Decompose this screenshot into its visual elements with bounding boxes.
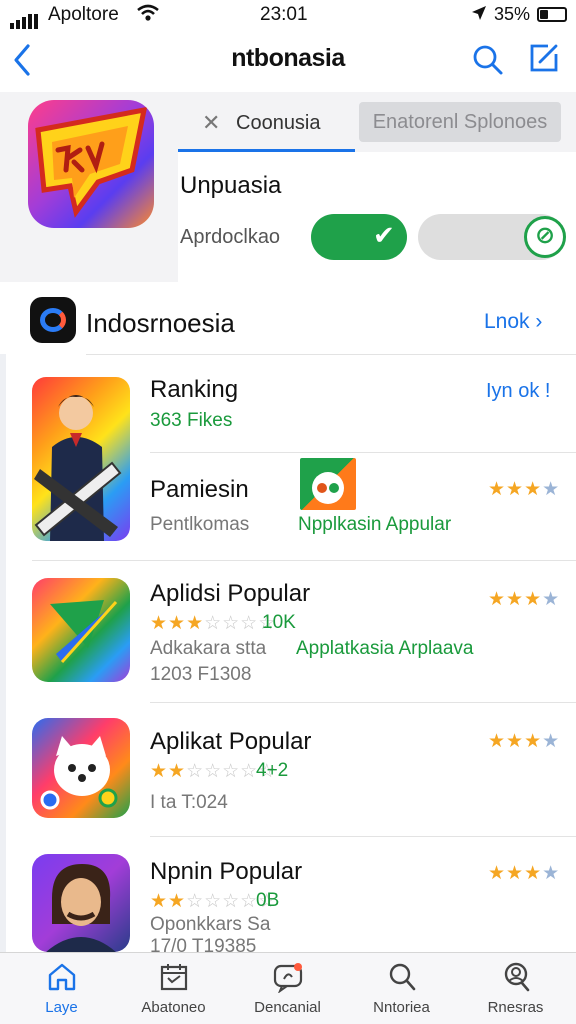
row-meta: 1203 F1308 [150, 664, 252, 685]
chat-icon [273, 963, 303, 993]
rating-count: 10K [262, 612, 296, 633]
rating-count: 0B [256, 890, 280, 911]
tab-laye[interactable]: Laye [4, 953, 119, 1024]
rating-stars: ★★★★ [488, 479, 561, 500]
segmented-tabs: ✕ Coonusia Enatorenl Splonoes [178, 100, 576, 152]
rating-stars: ★★★★ [488, 863, 561, 884]
tab-label: Dencanial [254, 999, 321, 1016]
app-icon-aplidsi[interactable] [32, 578, 130, 682]
rating-count: 4+2 [256, 760, 289, 781]
toggle-switch-off[interactable]: ⊘ [418, 214, 566, 260]
navigation-bar: ntbonasia [0, 30, 576, 92]
disabled-icon: ⊘ [535, 222, 556, 249]
battery-icon [537, 7, 567, 22]
mini-app-icon [300, 458, 356, 510]
tab-label: Rnesras [487, 999, 544, 1016]
tab-bar: Laye Abatoneo Dencanial Nntoriea Rnesras [0, 952, 576, 1024]
tab-label: Enatorenl Splonoes [372, 111, 548, 133]
section-title: Indosrnoesia [86, 308, 235, 338]
battery-percent: 35% [494, 4, 531, 24]
row-category: Applatkasia Arplaava [296, 638, 474, 659]
search-icon[interactable] [470, 42, 506, 78]
section-link[interactable]: Lnok › [484, 310, 542, 334]
chevron-right-icon: › [535, 310, 543, 333]
tab-label: Coonusia [236, 112, 321, 134]
profile-search-icon [504, 962, 530, 992]
row-title: Pamiesin [150, 476, 249, 503]
rating-stars: ★★★★ [488, 731, 561, 752]
row-link[interactable]: Iyn ok ! [486, 380, 550, 403]
carrier-name: Apoltore [48, 4, 119, 25]
toggle-switch-on[interactable]: ✔ [311, 214, 407, 260]
app-icon[interactable] [28, 100, 154, 228]
divider [150, 452, 576, 453]
status-bar: Apoltore 23:01 35% [0, 0, 576, 30]
app-subtitle: Aprdoclkao [180, 226, 281, 248]
divider [86, 354, 576, 355]
section-link-label: Lnok [484, 310, 530, 333]
tab-abatoneo[interactable]: Abatoneo [116, 953, 231, 1024]
rating-stars: ★★★★ [488, 589, 561, 610]
section-logo-icon [30, 297, 76, 343]
tab-rnesras[interactable]: Rnesras [458, 953, 573, 1024]
toggle-knob: ⊘ [524, 216, 566, 258]
row-title: Aplikat Popular [150, 728, 312, 755]
rating-stars-small: ★★★☆☆☆☆ [150, 613, 277, 634]
compose-icon[interactable] [526, 40, 562, 76]
home-icon [48, 963, 76, 991]
tab-dencanial[interactable]: Dencanial [230, 953, 345, 1024]
divider [150, 836, 576, 837]
divider [32, 560, 576, 561]
row-subtitle: 363 Fikes [150, 410, 233, 431]
row-meta: I ta T:024 [150, 792, 228, 813]
row-title: Ranking [150, 376, 239, 403]
row-subtitle: Oponkkars Sa [150, 914, 271, 935]
row-title: Npnin Popular [150, 858, 303, 885]
tab-label: Nntoriea [373, 999, 430, 1016]
tab-label: Abatoneo [141, 999, 206, 1016]
tab-nntoriea[interactable]: Nntoriea [344, 953, 459, 1024]
search-icon [389, 963, 416, 991]
section-header: Indosrnoesia Lnok › [0, 282, 576, 354]
app-icon-npnin[interactable] [32, 854, 130, 952]
app-icon-ranking[interactable] [32, 377, 130, 541]
wifi-icon [136, 3, 160, 28]
row-meta: 17/0 T19385 [150, 936, 257, 952]
tab-coonusia[interactable]: ✕ Coonusia [178, 100, 355, 152]
tab-underline [178, 149, 355, 152]
app-icon-aplikat[interactable] [32, 718, 130, 818]
checkmark-icon: ✔ [373, 220, 395, 250]
clock: 23:01 [260, 4, 308, 25]
tab-label: Laye [45, 999, 78, 1016]
calendar-icon [160, 964, 188, 991]
row-title: Aplidsi Popular [150, 580, 311, 607]
row-subtitle: Pentlkomas [150, 514, 250, 535]
row-category: Npplkasin Appular [298, 514, 452, 535]
close-icon[interactable]: ✕ [202, 110, 220, 136]
app-name: Unpuasia [180, 172, 282, 199]
location-icon [470, 4, 488, 27]
left-rail [0, 354, 6, 954]
row-subtitle: Adkakara stta [150, 638, 267, 659]
signal-icon [10, 8, 40, 29]
tab-enatorenl-splonoes[interactable]: Enatorenl Splonoes [359, 102, 561, 142]
divider [150, 702, 576, 703]
